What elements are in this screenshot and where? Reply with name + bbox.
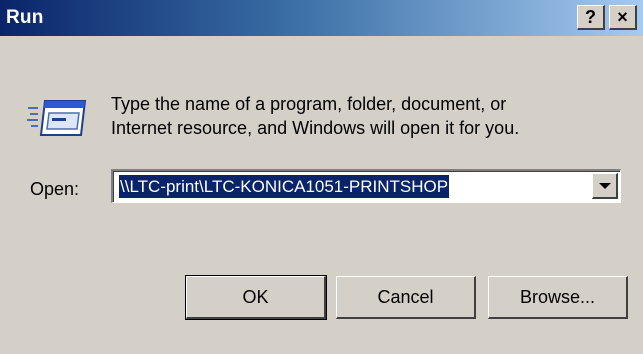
- chevron-down-icon: [599, 183, 611, 189]
- description-line-1: Type the name of a program, folder, docu…: [111, 94, 507, 114]
- close-button[interactable]: ×: [609, 5, 637, 30]
- speed-lines: [27, 107, 38, 127]
- run-dialog: Run ? × Type the name of a program, fold…: [0, 0, 643, 354]
- open-combobox[interactable]: \\LTC-print\LTC-KONICA1051-PRINTSHOP: [111, 169, 621, 203]
- browse-button[interactable]: Browse...: [488, 276, 628, 319]
- help-button[interactable]: ?: [577, 5, 605, 30]
- window-title: Run: [6, 7, 44, 28]
- open-label: Open:: [30, 179, 80, 199]
- open-input[interactable]: \\LTC-print\LTC-KONICA1051-PRINTSHOP: [119, 175, 450, 198]
- ok-button[interactable]: OK: [185, 275, 327, 320]
- cancel-button[interactable]: Cancel: [336, 276, 476, 319]
- description-line-2: Internet resource, and Windows will open…: [111, 118, 520, 138]
- title-bar[interactable]: Run ? ×: [0, 0, 643, 36]
- description-text: Type the name of a program, folder, docu…: [111, 92, 631, 140]
- run-program-icon: [27, 100, 87, 136]
- dropdown-button[interactable]: [592, 173, 618, 199]
